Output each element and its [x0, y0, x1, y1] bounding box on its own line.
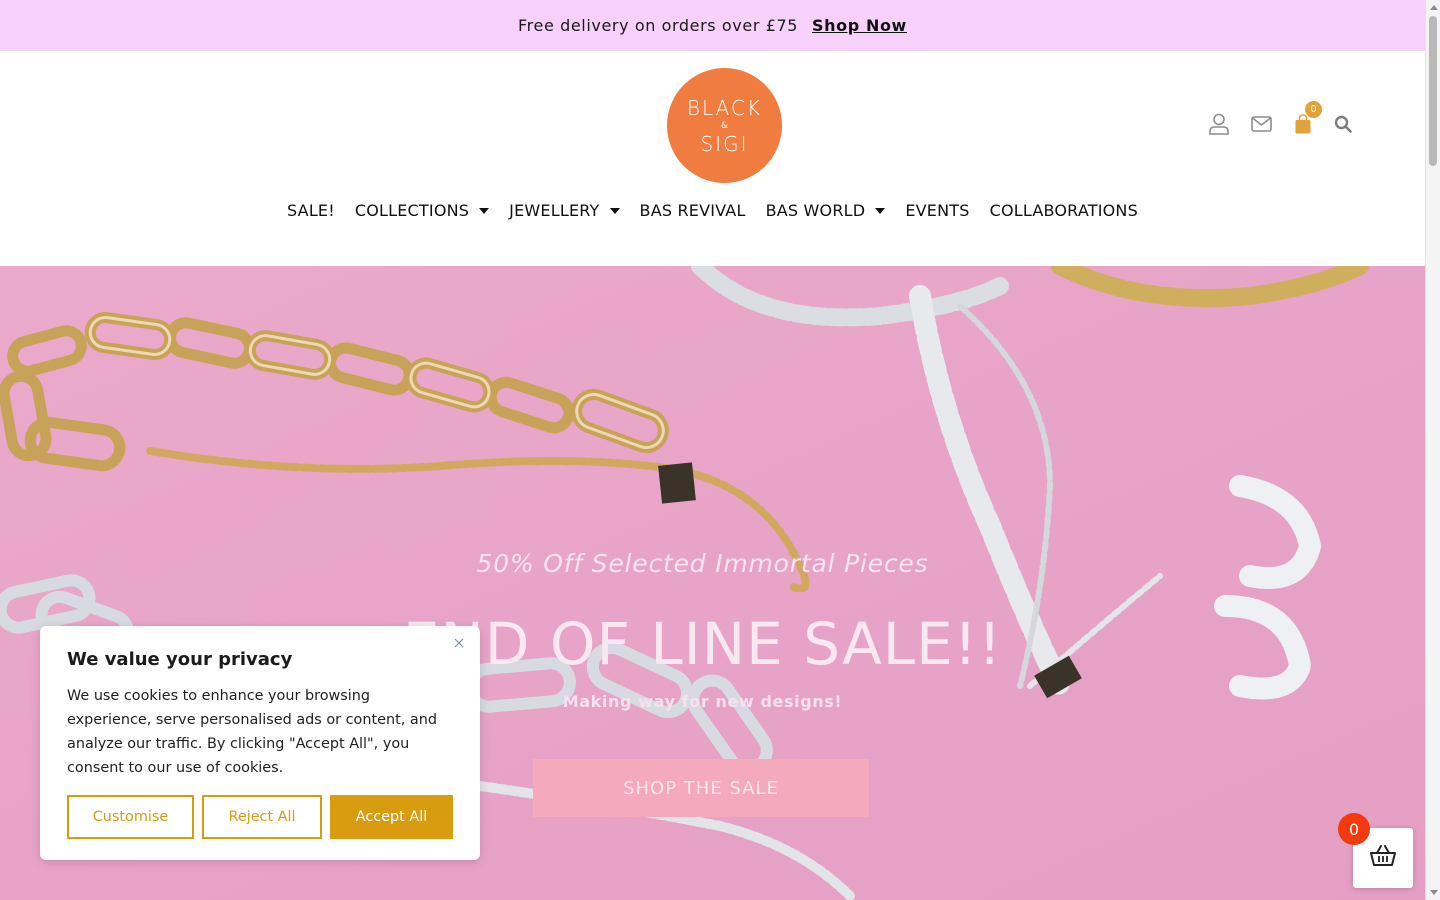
nav-item-events[interactable]: EVENTS [905, 201, 969, 220]
promo-bar: Free delivery on orders over £75 Shop No… [0, 0, 1425, 51]
nav-item-jewellery[interactable]: JEWELLERY [509, 201, 620, 220]
close-icon[interactable] [452, 636, 466, 650]
shop-now-link[interactable]: Shop Now [812, 16, 907, 35]
caret-down-icon [479, 207, 490, 214]
customise-button[interactable]: Customise [67, 795, 194, 839]
cookie-body: We use cookies to enhance your browsing … [67, 688, 437, 776]
reject-all-button[interactable]: Reject All [202, 795, 322, 839]
scroll-up-arrow-icon[interactable] [1430, 5, 1438, 10]
caret-down-icon [875, 207, 886, 214]
envelope-icon[interactable] [1248, 111, 1274, 137]
nav-item-label: COLLECTIONS [354, 201, 470, 220]
promo-text: Free delivery on orders over £75 [518, 16, 799, 35]
cookie-title: We value your privacy [67, 649, 293, 670]
nav-item-label: COLLABORATIONS [989, 201, 1138, 220]
nav-item-bas-revival[interactable]: BAS REVIVAL [640, 201, 746, 220]
site-header: BLACK & SIGI 0 SALE! COLLECTIONS JEWELLERY… [0, 51, 1425, 266]
nav-item-collections[interactable]: COLLECTIONS [354, 201, 490, 220]
nav-item-label: SALE! [287, 201, 335, 220]
nav-item-label: BAS WORLD [765, 201, 866, 220]
cart-count-badge: 0 [1305, 101, 1322, 118]
accept-all-button[interactable]: Accept All [330, 795, 453, 839]
floating-basket-count: 0 [1338, 813, 1370, 845]
nav-item-label: JEWELLERY [509, 201, 600, 220]
header-icons: 0 [1206, 101, 1372, 137]
page: Free delivery on orders over £75 Shop No… [0, 0, 1425, 900]
scroll-thumb[interactable] [1429, 16, 1437, 166]
shopping-bag-icon[interactable]: 0 [1290, 101, 1322, 137]
nav-item-label: BAS REVIVAL [639, 201, 746, 220]
main-nav: SALE! COLLECTIONS JEWELLERY BAS REVIVAL BAS … [0, 201, 1425, 220]
basket-icon [1370, 845, 1396, 871]
logo-line-2: SIGI [700, 131, 749, 156]
hero-subtitle: 50% Off Selected Immortal Pieces [476, 549, 929, 578]
cookie-consent-banner: We value your privacy We use cookies to … [40, 626, 480, 860]
cookie-buttons: Customise Reject All Accept All [67, 795, 461, 839]
shop-the-sale-button[interactable]: SHOP THE SALE [533, 759, 869, 817]
logo-ampersand: & [720, 120, 729, 131]
nav-item-sale[interactable]: SALE! [287, 201, 335, 220]
scroll-down-arrow-icon[interactable] [1430, 890, 1438, 895]
nav-item-label: EVENTS [905, 201, 970, 220]
user-icon[interactable] [1206, 111, 1232, 137]
search-icon[interactable] [1330, 111, 1356, 137]
nav-item-bas-world[interactable]: BAS WORLD [766, 201, 886, 220]
nav-item-collaborations[interactable]: COLLABORATIONS [990, 201, 1138, 220]
brand-logo[interactable]: BLACK & SIGI [667, 68, 782, 183]
logo-line-1: BLACK [686, 95, 763, 120]
page-scrollbar[interactable] [1425, 0, 1440, 900]
caret-down-icon [609, 207, 620, 214]
